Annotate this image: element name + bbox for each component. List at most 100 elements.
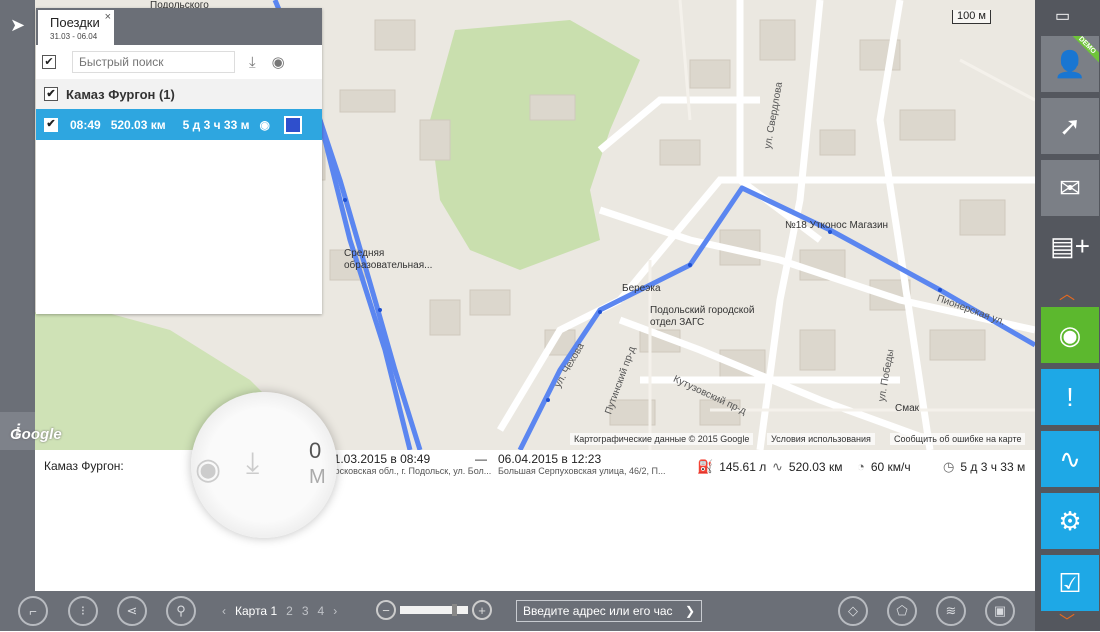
- vehicle-label: Камаз Фургон:: [44, 459, 124, 473]
- start-datetime: 31.03.2015 в 08:49: [327, 452, 431, 466]
- group-checkbox[interactable]: ✔: [44, 87, 58, 101]
- map-attribution: Картографические данные © 2015 Google: [570, 433, 754, 445]
- user-profile-button[interactable]: 👤 DEMO: [1041, 36, 1099, 92]
- events-button[interactable]: !: [1041, 369, 1099, 425]
- speed-stat: ◔ 60 км/ч: [857, 459, 911, 474]
- map-page[interactable]: 2: [286, 604, 293, 618]
- map-scale: 100 м: [952, 10, 991, 24]
- trip-duration: 5 д 3 ч 33 м: [182, 117, 250, 132]
- user-avatar-icon: 👤: [1053, 48, 1087, 79]
- polygon-icon[interactable]: ⬠: [887, 596, 917, 626]
- fullscreen-icon[interactable]: ▣: [985, 596, 1015, 626]
- trips-panel: Поездки 31.03 - 06.04 × ✔ ⤓ ◉ ✔ Камаз Фу…: [36, 8, 322, 314]
- bottom-toolbar: ⌐ ⁝ ⋖ ⚲ ‹ Карта 1 2 3 4 › − + Введите ад…: [0, 591, 1035, 631]
- clock-icon: ◷: [943, 459, 955, 474]
- quick-search-input[interactable]: [72, 51, 235, 73]
- fuel-stat: ⛽ 145.61 л: [697, 459, 766, 475]
- add-widget-button[interactable]: ▤+: [1041, 226, 1099, 266]
- map-report-link[interactable]: Сообщить об ошибке на карте: [890, 433, 1026, 445]
- map-button[interactable]: ◉: [1041, 307, 1099, 363]
- layout-plus-icon: ▤+: [1050, 230, 1090, 261]
- hide-eye-icon[interactable]: ◉: [272, 53, 285, 71]
- end-datetime: 06.04.2015 в 12:23: [498, 452, 602, 466]
- zoom-slider-handle[interactable]: [451, 604, 457, 616]
- trip-color-swatch[interactable]: [283, 115, 302, 134]
- map-page[interactable]: 3: [302, 604, 309, 618]
- end-address: Большая Серпуховская улица, 46/2, П...: [498, 466, 666, 476]
- trip-eye-icon[interactable]: ◉: [259, 118, 269, 132]
- share-icon[interactable]: ⋖: [117, 596, 147, 626]
- magnifier-lens: ◉ ⤓ 0 М: [191, 392, 337, 538]
- trip-info-row[interactable]: Камаз Фургон: 31.03.2015 в 08:49 Московс…: [35, 450, 1035, 480]
- google-logo: Google: [10, 426, 62, 443]
- alert-messages-button[interactable]: ✉: [1041, 160, 1099, 216]
- magnified-text: 0: [309, 438, 322, 463]
- panel-header: Поездки 31.03 - 06.04 ×: [36, 8, 322, 45]
- tasks-button[interactable]: ☑: [1041, 555, 1099, 611]
- settings-button[interactable]: ⚙: [1041, 493, 1099, 549]
- chat-icon[interactable]: ▭: [1055, 6, 1070, 26]
- zoom-in-icon[interactable]: +: [472, 600, 492, 620]
- add-route-button[interactable]: ➚: [1041, 98, 1099, 154]
- trip-info-bar: Камаз Фургон: 31.03.2015 в 08:49 Московс…: [35, 392, 1035, 591]
- close-icon[interactable]: ×: [105, 11, 111, 23]
- distance-value: 520.03 км: [788, 460, 843, 474]
- duration-value: 5 д 3 ч 33 м: [960, 460, 1026, 474]
- search-row: ✔ ⤓ ◉: [36, 45, 322, 79]
- speedometer-icon: ◔: [857, 459, 865, 474]
- reports-button[interactable]: ∿: [1041, 431, 1099, 487]
- left-toolbar: ➤ i: [0, 0, 35, 591]
- chevron-up-icon[interactable]: ︿: [1059, 280, 1075, 304]
- chevron-down-icon[interactable]: ﹀: [1059, 608, 1075, 632]
- alert-pin-icon: !: [1066, 381, 1074, 412]
- distance-stat: ∿ 520.03 км: [772, 459, 842, 475]
- eraser-icon[interactable]: ◇: [838, 596, 868, 626]
- fuel-value: 145.61 л: [719, 460, 767, 474]
- navigation-plus-icon: ➚: [1059, 110, 1081, 141]
- trip-row[interactable]: ✔ 08:49 520.03 км 5 д 3 ч 33 м ◉: [36, 109, 322, 140]
- location-pin-icon[interactable]: ⚲: [166, 596, 196, 626]
- map-terms-link[interactable]: Условия использования: [767, 433, 875, 445]
- map-page[interactable]: 4: [318, 604, 325, 618]
- group-row[interactable]: ✔ Камаз Фургон (1): [36, 79, 322, 109]
- trip-time: 08:49: [70, 117, 101, 132]
- layers-icon[interactable]: ≋: [936, 596, 966, 626]
- tab-trips[interactable]: Поездки 31.03 - 06.04 ×: [38, 10, 114, 45]
- zoom-out-icon[interactable]: −: [376, 600, 396, 620]
- address-placeholder: Введите адрес или его час: [523, 604, 673, 618]
- checklist-icon: ☑: [1058, 567, 1082, 598]
- route-icon: ∿: [772, 459, 783, 474]
- duration-stat: ◷ 5 д 3 ч 33 м: [943, 459, 1025, 475]
- chart-line-icon: ∿: [1059, 443, 1081, 474]
- map-poi[interactable]: Подольский городской отдел ЗАГС: [650, 305, 770, 329]
- speed-value: 60 км/ч: [870, 459, 911, 474]
- trip-checkbox[interactable]: ✔: [44, 117, 58, 132]
- zoom-slider[interactable]: [400, 604, 468, 616]
- eye-icon[interactable]: ◉: [195, 452, 221, 487]
- traffic-light-icon[interactable]: ⁝: [68, 596, 98, 626]
- map-poi[interactable]: Средняя образовательная...: [344, 248, 432, 272]
- group-label: Камаз Фургон (1): [66, 86, 175, 102]
- ruler-icon[interactable]: ⌐: [18, 596, 48, 626]
- select-all-checkbox[interactable]: ✔: [42, 55, 56, 69]
- envelope-warning-icon: ✉: [1059, 172, 1081, 203]
- fuel-icon: ⛽: [697, 459, 714, 474]
- map-pager: ‹ Карта 1 2 3 4 ›: [222, 604, 337, 618]
- map-poi[interactable]: Смак: [895, 403, 919, 414]
- download-icon[interactable]: ⤓: [249, 54, 256, 71]
- right-sidebar: ▭ 👤 DEMO ➚ ✉ ▤+ ︿ ◉ ! ∿ ⚙ ☑ ﹀: [1035, 0, 1100, 631]
- address-input[interactable]: Введите адрес или его час ❯: [516, 600, 702, 622]
- globe-icon: ◉: [1058, 319, 1082, 350]
- download-icon[interactable]: ⤓: [246, 447, 259, 481]
- map-poi[interactable]: Береэка: [622, 283, 661, 294]
- magnified-text: М: [309, 466, 326, 488]
- dash: —: [475, 452, 487, 466]
- next-arrow-icon[interactable]: ›: [333, 604, 337, 618]
- map-poi[interactable]: №18 Утконос Магазин: [785, 220, 888, 231]
- navigation-arrow-icon[interactable]: ➤: [0, 8, 35, 42]
- map-tab-current[interactable]: Карта 1: [235, 604, 277, 618]
- zoom-control: − +: [376, 600, 492, 620]
- start-address: Московская обл., г. Подольск, ул. Бол...: [327, 466, 492, 476]
- prev-arrow-icon[interactable]: ‹: [222, 604, 226, 618]
- go-arrow-icon[interactable]: ❯: [685, 604, 695, 618]
